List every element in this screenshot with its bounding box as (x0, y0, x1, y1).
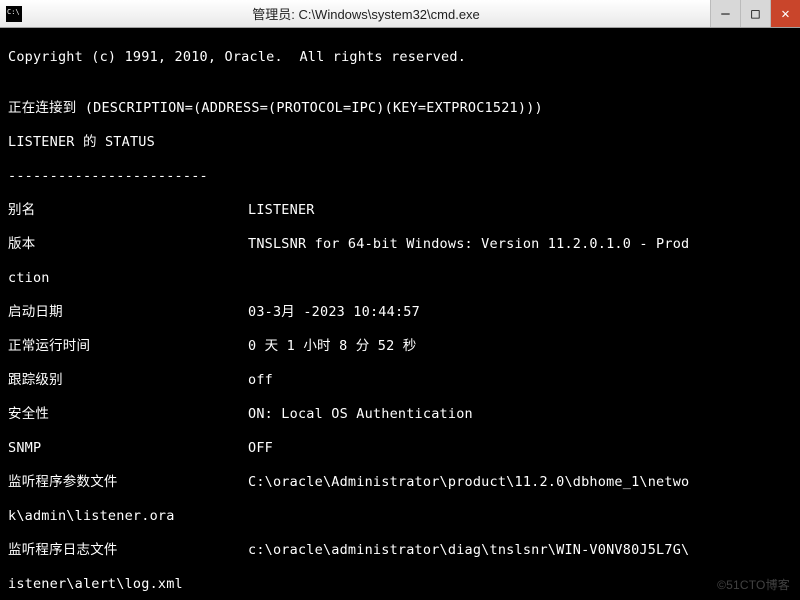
minimize-button[interactable]: — (710, 0, 740, 27)
label-alias: 别名 (8, 202, 248, 219)
maximize-button[interactable]: □ (740, 0, 770, 27)
value-alias: LISTENER (248, 202, 315, 219)
window-titlebar: 管理员: C:\Windows\system32\cmd.exe — □ ✕ (0, 0, 800, 28)
label-trace: 跟踪级别 (8, 372, 248, 389)
cmd-icon (6, 6, 22, 22)
label-start-date: 启动日期 (8, 304, 248, 321)
label-log-file: 监听程序日志文件 (8, 542, 248, 559)
value-log-file: c:\oracle\administrator\diag\tnslsnr\WIN… (248, 542, 689, 559)
window-buttons: — □ ✕ (710, 0, 800, 27)
row-log-file: 监听程序日志文件c:\oracle\administrator\diag\tns… (8, 542, 792, 559)
label-snmp: SNMP (8, 440, 248, 457)
value-param-file: C:\oracle\Administrator\product\11.2.0\d… (248, 474, 689, 491)
label-uptime: 正常运行时间 (8, 338, 248, 355)
line-ction: ction (8, 270, 792, 287)
value-trace: off (248, 372, 273, 389)
line-status-header: LISTENER 的 STATUS (8, 134, 792, 151)
value-snmp: OFF (248, 440, 273, 457)
line-connect: 正在连接到 (DESCRIPTION=(ADDRESS=(PROTOCOL=IP… (8, 100, 792, 117)
row-trace: 跟踪级别off (8, 372, 792, 389)
row-version: 版本TNSLSNR for 64-bit Windows: Version 11… (8, 236, 792, 253)
line-log-wrap: istener\alert\log.xml (8, 576, 792, 593)
row-param-file: 监听程序参数文件C:\oracle\Administrator\product\… (8, 474, 792, 491)
value-start-date: 03-3月 -2023 10:44:57 (248, 304, 420, 321)
value-security: ON: Local OS Authentication (248, 406, 473, 423)
close-button[interactable]: ✕ (770, 0, 800, 27)
row-uptime: 正常运行时间0 天 1 小时 8 分 52 秒 (8, 338, 792, 355)
value-uptime: 0 天 1 小时 8 分 52 秒 (248, 338, 416, 355)
label-security: 安全性 (8, 406, 248, 423)
line-copyright: Copyright (c) 1991, 2010, Oracle. All ri… (8, 49, 792, 66)
line-divider: ------------------------ (8, 168, 792, 185)
row-alias: 别名LISTENER (8, 202, 792, 219)
watermark: ©51CTO博客 (717, 577, 790, 594)
row-snmp: SNMPOFF (8, 440, 792, 457)
terminal-output[interactable]: Copyright (c) 1991, 2010, Oracle. All ri… (0, 28, 800, 600)
value-version: TNSLSNR for 64-bit Windows: Version 11.2… (248, 236, 689, 253)
row-security: 安全性ON: Local OS Authentication (8, 406, 792, 423)
window-title: 管理员: C:\Windows\system32\cmd.exe (22, 4, 710, 23)
row-start-date: 启动日期03-3月 -2023 10:44:57 (8, 304, 792, 321)
label-version: 版本 (8, 236, 248, 253)
line-param-wrap: k\admin\listener.ora (8, 508, 792, 525)
label-param-file: 监听程序参数文件 (8, 474, 248, 491)
